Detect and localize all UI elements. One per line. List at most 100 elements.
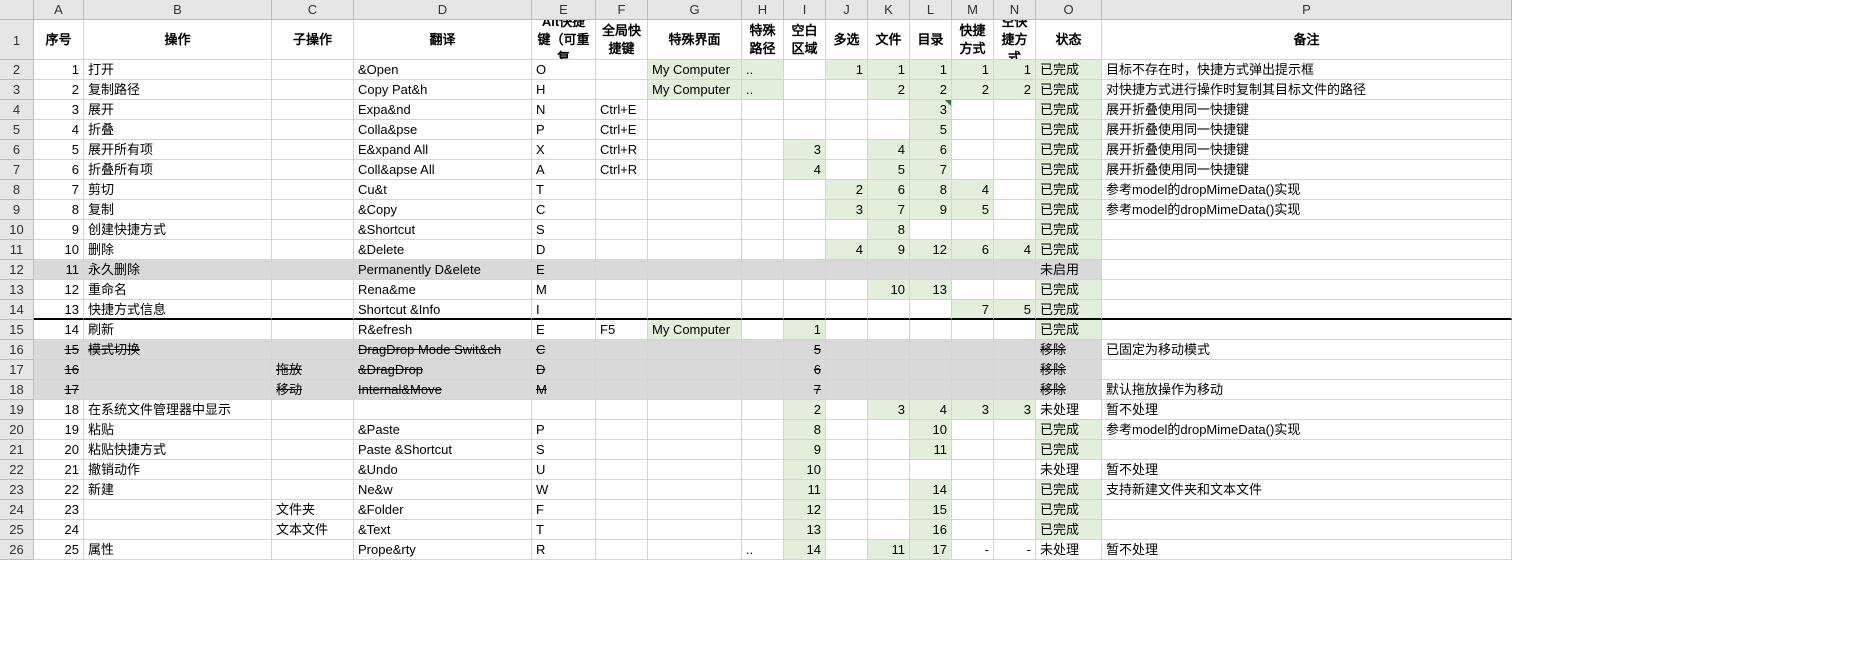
cell-G8[interactable] (648, 180, 742, 200)
cell-M13[interactable] (952, 280, 994, 300)
cell-A8[interactable]: 7 (34, 180, 84, 200)
cell-A17[interactable]: 16 (34, 360, 84, 380)
cell-G24[interactable] (648, 500, 742, 520)
cell-I15[interactable]: 1 (784, 320, 826, 340)
cell-N22[interactable] (994, 460, 1036, 480)
cell-C25[interactable]: 文本文件 (272, 520, 354, 540)
cell-N21[interactable] (994, 440, 1036, 460)
col-header-G[interactable]: G (648, 0, 742, 20)
cell-L23[interactable]: 14 (910, 480, 952, 500)
cell-J20[interactable] (826, 420, 868, 440)
cell-A9[interactable]: 8 (34, 200, 84, 220)
cell-O22[interactable]: 未处理 (1036, 460, 1102, 480)
cell-P5[interactable]: 展开折叠使用同一快捷键 (1102, 120, 1512, 140)
cell-O8[interactable]: 已完成 (1036, 180, 1102, 200)
cell-B15[interactable]: 刷新 (84, 320, 272, 340)
cell-P15[interactable] (1102, 320, 1512, 340)
cell-H17[interactable] (742, 360, 784, 380)
cell-N18[interactable] (994, 380, 1036, 400)
cell-A13[interactable]: 12 (34, 280, 84, 300)
header-cell[interactable]: 快捷方式 (952, 20, 994, 60)
cell-G19[interactable] (648, 400, 742, 420)
cell-C22[interactable] (272, 460, 354, 480)
cell-F6[interactable]: Ctrl+R (596, 140, 648, 160)
cell-I18[interactable]: 7 (784, 380, 826, 400)
header-cell[interactable]: 特殊界面 (648, 20, 742, 60)
cell-D9[interactable]: &Copy (354, 200, 532, 220)
row-header-12[interactable]: 12 (0, 260, 34, 280)
cell-D5[interactable]: Colla&pse (354, 120, 532, 140)
cell-E20[interactable]: P (532, 420, 596, 440)
header-cell[interactable]: 目录 (910, 20, 952, 60)
cell-A12[interactable]: 11 (34, 260, 84, 280)
cell-D23[interactable]: Ne&w (354, 480, 532, 500)
cell-L12[interactable] (910, 260, 952, 280)
cell-H15[interactable] (742, 320, 784, 340)
cell-M23[interactable] (952, 480, 994, 500)
cell-M21[interactable] (952, 440, 994, 460)
cell-C8[interactable] (272, 180, 354, 200)
row-header-10[interactable]: 10 (0, 220, 34, 240)
cell-J10[interactable] (826, 220, 868, 240)
cell-A25[interactable]: 24 (34, 520, 84, 540)
cell-E9[interactable]: C (532, 200, 596, 220)
cell-O2[interactable]: 已完成 (1036, 60, 1102, 80)
cell-N7[interactable] (994, 160, 1036, 180)
cell-A2[interactable]: 1 (34, 60, 84, 80)
cell-D13[interactable]: Rena&me (354, 280, 532, 300)
header-cell[interactable]: 子操作 (272, 20, 354, 60)
cell-F10[interactable] (596, 220, 648, 240)
cell-J17[interactable] (826, 360, 868, 380)
cell-O20[interactable]: 已完成 (1036, 420, 1102, 440)
cell-K9[interactable]: 7 (868, 200, 910, 220)
cell-F23[interactable] (596, 480, 648, 500)
cell-N11[interactable]: 4 (994, 240, 1036, 260)
cell-L17[interactable] (910, 360, 952, 380)
cell-N26[interactable]: - (994, 540, 1036, 560)
cell-H18[interactable] (742, 380, 784, 400)
cell-G20[interactable] (648, 420, 742, 440)
cell-H9[interactable] (742, 200, 784, 220)
cell-K19[interactable]: 3 (868, 400, 910, 420)
cell-M4[interactable] (952, 100, 994, 120)
cell-D8[interactable]: Cu&t (354, 180, 532, 200)
cell-K2[interactable]: 1 (868, 60, 910, 80)
cell-E18[interactable]: M (532, 380, 596, 400)
cell-I26[interactable]: 14 (784, 540, 826, 560)
cell-E16[interactable]: C (532, 340, 596, 360)
cell-O21[interactable]: 已完成 (1036, 440, 1102, 460)
cell-O14[interactable]: 已完成 (1036, 300, 1102, 320)
cell-L3[interactable]: 2 (910, 80, 952, 100)
cell-C21[interactable] (272, 440, 354, 460)
cell-O15[interactable]: 已完成 (1036, 320, 1102, 340)
cell-D21[interactable]: Paste &Shortcut (354, 440, 532, 460)
row-header-11[interactable]: 11 (0, 240, 34, 260)
cell-B20[interactable]: 粘贴 (84, 420, 272, 440)
cell-P2[interactable]: 目标不存在时，快捷方式弹出提示框 (1102, 60, 1512, 80)
header-cell[interactable]: 操作 (84, 20, 272, 60)
cell-B23[interactable]: 新建 (84, 480, 272, 500)
cell-B3[interactable]: 复制路径 (84, 80, 272, 100)
cell-M12[interactable] (952, 260, 994, 280)
cell-F26[interactable] (596, 540, 648, 560)
cell-H20[interactable] (742, 420, 784, 440)
cell-P18[interactable]: 默认拖放操作为移动 (1102, 380, 1512, 400)
cell-H8[interactable] (742, 180, 784, 200)
cell-M5[interactable] (952, 120, 994, 140)
row-header-13[interactable]: 13 (0, 280, 34, 300)
cell-M20[interactable] (952, 420, 994, 440)
cell-F8[interactable] (596, 180, 648, 200)
cell-K3[interactable]: 2 (868, 80, 910, 100)
cell-F3[interactable] (596, 80, 648, 100)
cell-J16[interactable] (826, 340, 868, 360)
cell-K14[interactable] (868, 300, 910, 320)
cell-N2[interactable]: 1 (994, 60, 1036, 80)
col-header-P[interactable]: P (1102, 0, 1512, 20)
cell-E23[interactable]: W (532, 480, 596, 500)
cell-P12[interactable] (1102, 260, 1512, 280)
cell-C5[interactable] (272, 120, 354, 140)
cell-C15[interactable] (272, 320, 354, 340)
cell-D4[interactable]: Expa&nd (354, 100, 532, 120)
cell-L19[interactable]: 4 (910, 400, 952, 420)
cell-N16[interactable] (994, 340, 1036, 360)
